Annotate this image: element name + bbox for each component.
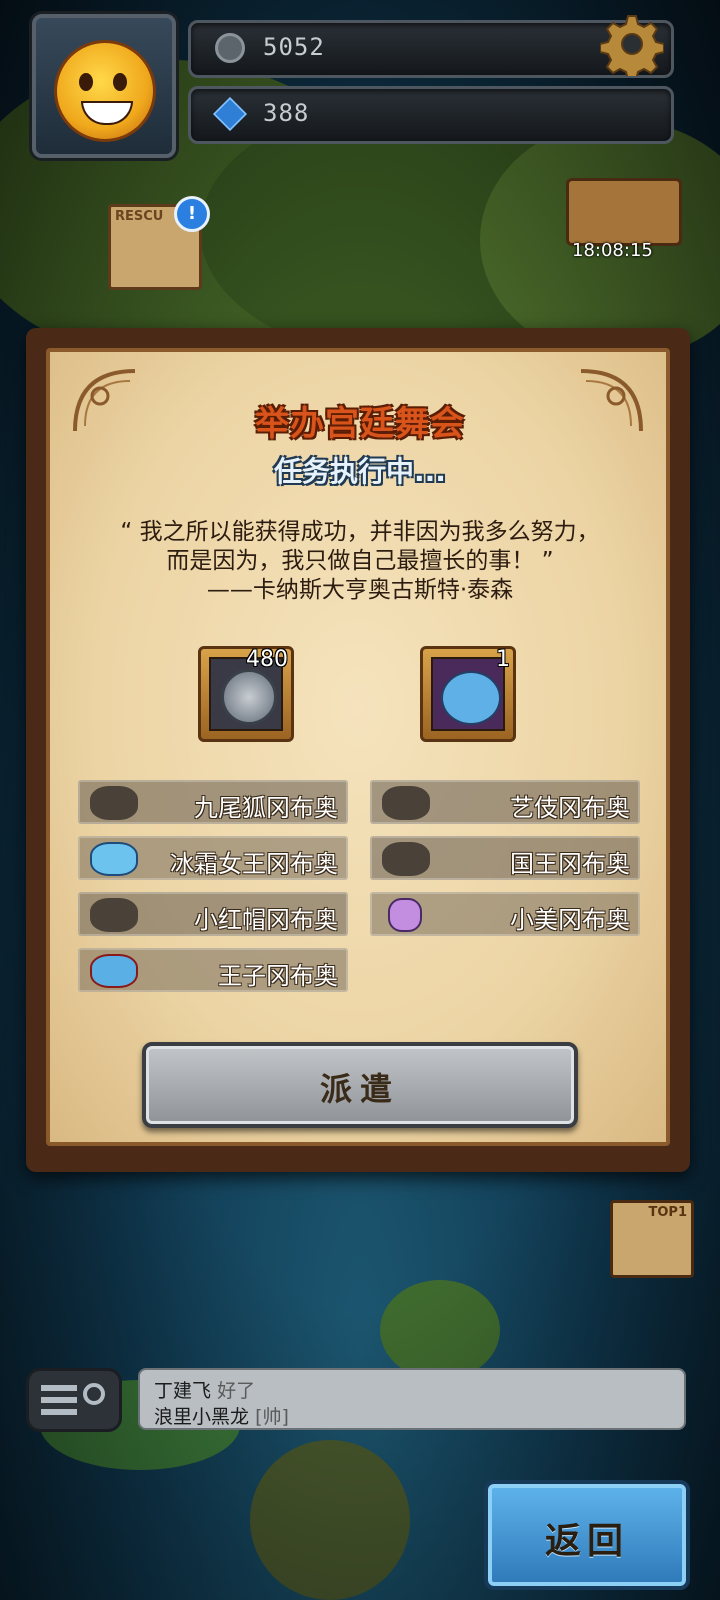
leaderboard-building[interactable]: TOP1 bbox=[610, 1200, 694, 1278]
reward-count: 1 bbox=[496, 647, 510, 672]
back-label: 返回 bbox=[544, 1521, 629, 1562]
quote-line-2: 而是因为，我只做自己最擅长的事！ ” bbox=[166, 548, 554, 574]
reward-coins[interactable]: 480 bbox=[198, 646, 294, 742]
mission-title: 举办宫廷舞会 bbox=[255, 404, 465, 444]
geisha-silhouette-icon bbox=[382, 786, 430, 820]
treasure-chest[interactable] bbox=[566, 178, 682, 246]
chest-timer: 18:08:15 bbox=[572, 240, 653, 261]
gem-icon bbox=[213, 97, 247, 131]
ice-queen-portrait-icon bbox=[90, 842, 138, 876]
chat-message: 好了 bbox=[217, 1380, 256, 1402]
chat-sender: 丁建飞 bbox=[154, 1380, 212, 1402]
prince-portrait-icon bbox=[90, 954, 138, 988]
king-silhouette-icon bbox=[382, 842, 430, 876]
reward-hero[interactable]: 1 bbox=[420, 646, 516, 742]
hero-slot[interactable]: 艺伎冈布奥 bbox=[370, 780, 640, 824]
player-avatar[interactable] bbox=[32, 14, 176, 158]
gear-icon[interactable] bbox=[600, 12, 664, 76]
hero-slot[interactable]: 九尾狐冈布奥 bbox=[78, 780, 348, 824]
quote-author: ——卡纳斯大亨奥古斯特·泰森 bbox=[206, 577, 514, 603]
chat-line-1: 丁建飞 好了 bbox=[154, 1376, 255, 1403]
ice-queen-icon bbox=[441, 671, 501, 725]
gem-bar[interactable]: 388 bbox=[188, 86, 674, 144]
avatar-face-icon bbox=[54, 40, 156, 142]
chat-radio-icon[interactable] bbox=[26, 1368, 122, 1432]
dispatch-label: 派遣 bbox=[319, 1070, 400, 1108]
hero-slot[interactable]: 王子冈布奥 bbox=[78, 948, 348, 992]
coin-count: 5052 bbox=[263, 33, 325, 61]
xiaomei-portrait-icon bbox=[388, 898, 422, 932]
chat-message: [帅] bbox=[255, 1406, 289, 1428]
mission-status: 任务执行中... bbox=[274, 455, 446, 488]
reward-count: 480 bbox=[246, 647, 288, 672]
quote-line-1: “ 我之所以能获得成功，并非因为我多么努力， bbox=[120, 519, 600, 545]
coin-icon bbox=[215, 33, 245, 63]
red-riding-hood-silhouette-icon bbox=[90, 898, 138, 932]
helmet-coin-icon bbox=[221, 669, 277, 725]
hero-slot[interactable]: 小美冈布奥 bbox=[370, 892, 640, 936]
gem-count: 388 bbox=[263, 99, 310, 127]
chat-line-2: 浪里小黑龙 [帅] bbox=[154, 1402, 289, 1429]
chat-sender: 浪里小黑龙 bbox=[154, 1406, 250, 1428]
chat-preview[interactable]: 丁建飞 好了 浪里小黑龙 [帅] bbox=[138, 1368, 686, 1430]
mission-quote: “ 我之所以能获得成功，并非因为我多么努力， 而是因为，我只做自己最擅长的事！ … bbox=[72, 518, 648, 605]
nine-tail-fox-silhouette-icon bbox=[90, 786, 138, 820]
back-button[interactable]: 返回 bbox=[484, 1480, 690, 1590]
notification-badge: ! bbox=[174, 196, 210, 232]
hero-slot[interactable]: 小红帽冈布奥 bbox=[78, 892, 348, 936]
dispatch-button[interactable]: 派遣 bbox=[142, 1042, 578, 1128]
hero-slot[interactable]: 冰霜女王冈布奥 bbox=[78, 836, 348, 880]
hero-slot[interactable]: 国王冈布奥 bbox=[370, 836, 640, 880]
